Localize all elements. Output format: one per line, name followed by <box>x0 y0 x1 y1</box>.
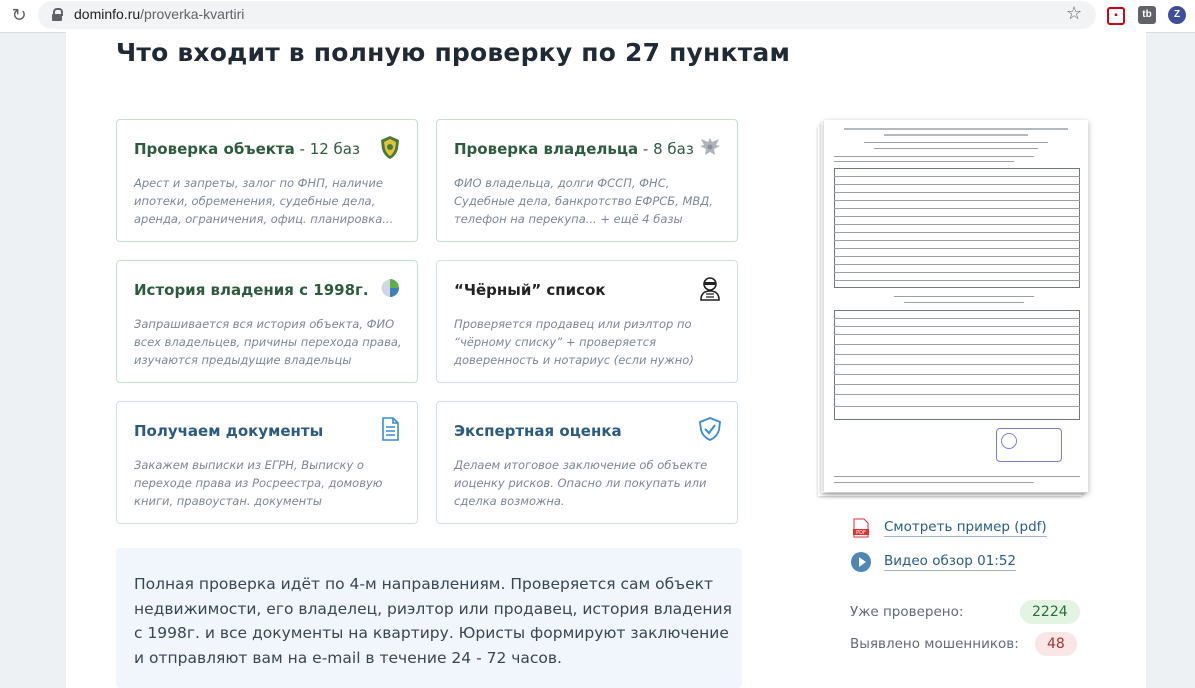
eagle-emblem-icon <box>697 134 723 160</box>
document-icon <box>377 416 403 442</box>
extension-z-icon[interactable]: Z <box>1168 6 1186 24</box>
info-text: Полная проверка идёт по 4-м направлениям… <box>134 575 732 667</box>
checked-count-badge: 2224 <box>1020 600 1080 624</box>
card-documents[interactable]: Получаем документы Закажем выписки из ЕГ… <box>116 401 418 524</box>
reload-icon[interactable]: ↻ <box>8 5 30 27</box>
url-text[interactable]: dominfo.ru/proverka-kvartiri <box>74 6 244 22</box>
bookmark-star-icon[interactable]: ☆ <box>1066 3 1082 24</box>
url-domain: dominfo.ru <box>74 6 141 22</box>
shield-check-icon <box>697 416 723 442</box>
play-icon[interactable] <box>851 552 871 572</box>
card-blacklist[interactable]: “Чёрный” список Проверяется продавец или… <box>436 260 738 383</box>
extension-shield-icon[interactable]: ▪ <box>1107 7 1125 25</box>
extension-tb-icon[interactable]: tb <box>1138 6 1156 24</box>
url-path: /proverka-kvartiri <box>140 6 245 22</box>
card-object-check[interactable]: Проверка объекта - 12 баз Арест и запрет… <box>116 119 418 242</box>
video-review-link[interactable]: Видео обзор 01:52 <box>884 553 1017 571</box>
address-bar[interactable]: dominfo.ru/proverka-kvartiri <box>38 1 1096 29</box>
page-content: Что входит в полную проверку по 27 пункт… <box>66 32 1146 688</box>
thief-icon <box>697 275 723 301</box>
card-title: Проверка объекта - 12 баз <box>134 140 360 158</box>
card-title: Получаем документы <box>134 422 324 440</box>
info-box: Полная проверка идёт по 4-м направлениям… <box>116 548 742 688</box>
card-title-text: Проверка объекта <box>134 140 295 158</box>
card-description: Делаем итоговое заключение об объекте ио… <box>454 458 708 508</box>
card-expert-assessment[interactable]: Экспертная оценка Делаем итоговое заключ… <box>436 401 738 524</box>
card-title: “Чёрный” список <box>454 281 606 299</box>
card-description: ФИО владельца, долги ФССП, ФНС, Судебные… <box>454 176 713 226</box>
rosreestr-emblem-icon <box>377 134 403 160</box>
lock-icon[interactable] <box>52 8 63 21</box>
rosreestr-logo-icon <box>377 275 403 301</box>
sample-report-preview[interactable] <box>818 120 1092 496</box>
sample-pdf-link[interactable]: Смотреть пример (pdf) <box>884 519 1047 537</box>
stamp-image <box>996 428 1062 462</box>
sample-report-page <box>824 120 1088 492</box>
card-owner-check[interactable]: Проверка владельца - 8 баз ФИО владельца… <box>436 119 738 242</box>
card-title: История владения с 1998г. <box>134 281 369 299</box>
card-ownership-history[interactable]: История владения с 1998г. Запрашивается … <box>116 260 418 383</box>
pdf-icon[interactable]: PDF <box>853 518 869 538</box>
svg-text:PDF: PDF <box>856 530 866 536</box>
card-description: Арест и запреты, залог по ФНП, наличие и… <box>134 176 394 226</box>
checked-label: Уже проверено: <box>850 604 964 620</box>
card-count: - 8 баз <box>638 140 694 158</box>
card-description: Закажем выписки из ЕГРН, Выписку о перех… <box>134 458 383 508</box>
fraud-count-badge: 48 <box>1035 632 1077 656</box>
fraud-label: Выявлено мошенников: <box>850 636 1019 652</box>
page-title: Что входит в полную проверку по 27 пункт… <box>116 38 791 67</box>
card-description: Проверяется продавец или риэлтор по “чёр… <box>454 317 694 367</box>
card-count: - 12 баз <box>294 140 360 158</box>
card-description: Запрашивается вся история объекта, ФИО в… <box>134 317 402 367</box>
browser-toolbar: ↻ dominfo.ru/proverka-kvartiri ☆ ▪ tb Z <box>0 0 1195 33</box>
card-title: Экспертная оценка <box>454 422 622 440</box>
card-title: Проверка владельца - 8 баз <box>454 140 694 158</box>
card-title-text: Проверка владельца <box>454 140 639 158</box>
